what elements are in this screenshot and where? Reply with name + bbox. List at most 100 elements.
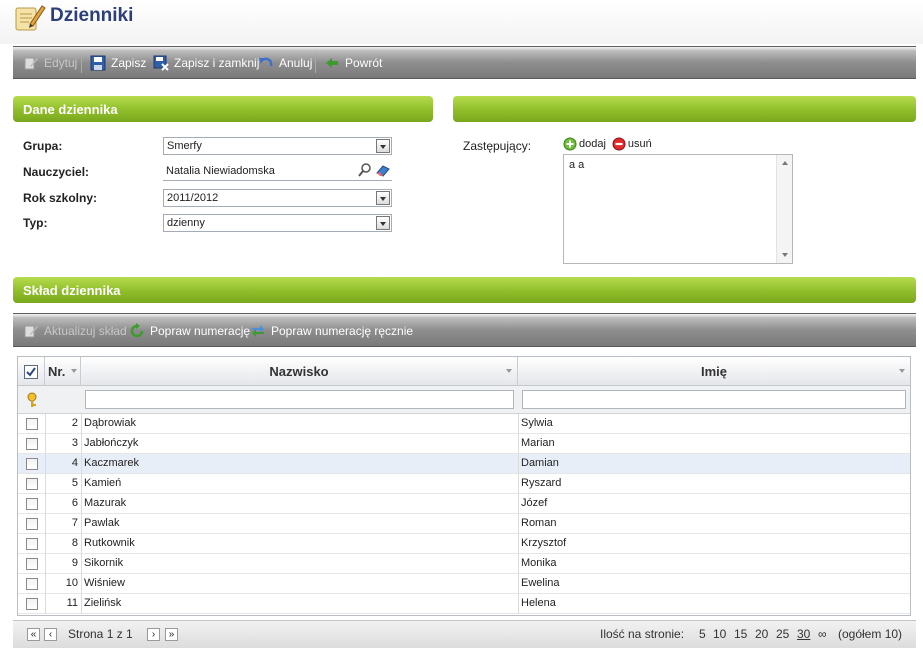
cell-name: Monika — [521, 557, 557, 569]
save-button[interactable]: Zapisz — [90, 47, 146, 78]
update-composition-button[interactable]: Aktualizuj skład — [23, 315, 127, 346]
scroll-up-icon[interactable] — [782, 161, 788, 165]
last-page-icon[interactable]: » — [165, 628, 178, 641]
chevron-down-icon[interactable] — [376, 216, 390, 230]
cancel-button[interactable]: Anuluj — [258, 47, 312, 78]
row-checkbox[interactable] — [26, 438, 38, 450]
magnifier-search-icon[interactable] — [358, 163, 372, 177]
surname-filter-input[interactable] — [85, 390, 514, 409]
eraser-clear-icon[interactable] — [376, 163, 390, 177]
row-checkbox[interactable] — [26, 558, 38, 570]
column-divider — [81, 454, 82, 474]
cell-name: Józef — [521, 497, 548, 509]
cell-surname: Sikornik — [84, 557, 124, 569]
table-row[interactable]: 4 Kaczmarek Damian — [18, 454, 910, 474]
row-checkbox[interactable] — [26, 478, 38, 490]
table-row[interactable]: 2 Dąbrowiak Sylwia — [18, 414, 910, 434]
table-row[interactable]: 3 Jabłończyk Marian — [18, 434, 910, 454]
row-checkbox[interactable] — [26, 458, 38, 470]
table-row[interactable]: 11 Zielińsk Helena — [18, 594, 910, 614]
row-checkbox[interactable] — [26, 498, 38, 510]
type-value: dzienny — [167, 217, 205, 229]
cell-surname: Kamień — [84, 477, 122, 489]
column-divider — [81, 474, 82, 494]
col-header-name[interactable]: Imię — [518, 357, 910, 386]
toolbar-separator — [81, 53, 82, 73]
swap-arrows-icon — [252, 324, 264, 337]
column-divider — [518, 454, 519, 474]
row-checkbox[interactable] — [26, 418, 38, 430]
table-row[interactable]: 9 Sikornik Monika — [18, 554, 910, 574]
page-size-option[interactable]: 5 — [699, 627, 706, 641]
group-select[interactable]: Smerfy — [163, 137, 392, 155]
substitutes-list[interactable]: a a — [563, 154, 793, 264]
row-checkbox[interactable] — [26, 598, 38, 610]
page-header: Dzienniki — [0, 0, 923, 44]
page-size-option[interactable]: 30 — [797, 627, 810, 641]
back-arrow-icon — [326, 57, 338, 68]
edit-button[interactable]: Edytuj — [23, 47, 77, 78]
next-page-icon[interactable]: › — [147, 628, 160, 641]
row-checkbox[interactable] — [26, 518, 38, 530]
school-year-select[interactable]: 2011/2012 — [163, 189, 392, 207]
remove-circle-icon[interactable] — [612, 137, 626, 151]
school-year-value: 2011/2012 — [167, 192, 219, 204]
substitutes-scrollbar[interactable] — [776, 155, 792, 263]
name-filter-input[interactable] — [522, 390, 906, 409]
table-row[interactable]: 6 Mazurak Józef — [18, 494, 910, 514]
page-size-option[interactable]: 20 — [755, 627, 768, 641]
column-divider — [518, 414, 519, 434]
group-label: Grupa: — [23, 139, 63, 153]
cell-surname: Wiśniew — [84, 577, 125, 589]
page-size-option[interactable]: 10 — [713, 627, 726, 641]
col-header-nr[interactable]: Nr. — [45, 357, 81, 386]
fix-numbering-button[interactable]: Popraw numerację — [129, 315, 250, 346]
cell-surname: Rutkownik — [84, 537, 135, 549]
substitute-item[interactable]: a a — [569, 159, 787, 171]
row-checkbox[interactable] — [26, 538, 38, 550]
page-size-option[interactable]: 15 — [734, 627, 747, 641]
back-button[interactable]: Powrót — [324, 47, 382, 78]
add-circle-icon[interactable] — [563, 137, 577, 151]
fix-numbering-manual-button[interactable]: Popraw numerację ręcznie — [250, 315, 413, 346]
cell-name: Damian — [521, 457, 559, 469]
column-divider — [81, 554, 82, 574]
type-label: Typ: — [23, 216, 48, 230]
cell-surname: Dąbrowiak — [84, 417, 136, 429]
scroll-down-icon[interactable] — [782, 253, 788, 257]
column-divider — [81, 534, 82, 554]
floppy-disk-icon — [90, 55, 106, 70]
teacher-field[interactable]: Natalia Niewiadomska — [163, 162, 392, 181]
type-select[interactable]: dzienny — [163, 214, 392, 232]
grid-header: Nr. Nazwisko Imię — [18, 357, 910, 386]
table-row[interactable]: 8 Rutkownik Krzysztof — [18, 534, 910, 554]
fix-numbering-label: Popraw numerację — [150, 323, 251, 338]
col-header-surname[interactable]: Nazwisko — [81, 357, 518, 386]
page-size-option[interactable]: 25 — [776, 627, 789, 641]
cell-name: Sylwia — [521, 417, 553, 429]
select-all-checkbox[interactable] — [24, 364, 38, 379]
cancel-button-label: Anuluj — [279, 55, 313, 70]
back-button-label: Powrót — [345, 55, 383, 70]
sort-indicator-icon — [506, 369, 512, 373]
prev-page-icon[interactable]: ‹ — [44, 628, 57, 641]
cell-surname: Zielińsk — [84, 597, 122, 609]
filter-key-icon[interactable] — [25, 392, 39, 408]
remove-substitute-link[interactable]: usuń — [628, 138, 652, 150]
teacher-label: Nauczyciel: — [23, 165, 90, 179]
add-substitute-link[interactable]: dodaj — [579, 138, 606, 150]
page-size-option[interactable]: ∞ — [818, 627, 827, 641]
chevron-down-icon[interactable] — [376, 139, 390, 153]
table-row[interactable]: 5 Kamień Ryszard — [18, 474, 910, 494]
row-checkbox[interactable] — [26, 578, 38, 590]
cell-nr: 11 — [66, 597, 78, 609]
table-row[interactable]: 10 Wiśniew Ewelina — [18, 574, 910, 594]
save-close-button[interactable]: Zapisz i zamknij — [153, 47, 259, 78]
grid-pager: « ‹ Strona 1 z 1 › » Ilość na stronie: 5… — [13, 620, 916, 648]
per-page-label: Ilość na stronie: — [600, 627, 685, 641]
table-row[interactable]: 7 Pawlak Roman — [18, 514, 910, 534]
first-page-icon[interactable]: « — [27, 628, 40, 641]
chevron-down-icon[interactable] — [376, 191, 390, 205]
students-grid: Nr. Nazwisko Imię 2 Dąbrowiak Sylwia 3 Jabło… — [17, 356, 911, 616]
cell-nr: 8 — [71, 537, 78, 549]
